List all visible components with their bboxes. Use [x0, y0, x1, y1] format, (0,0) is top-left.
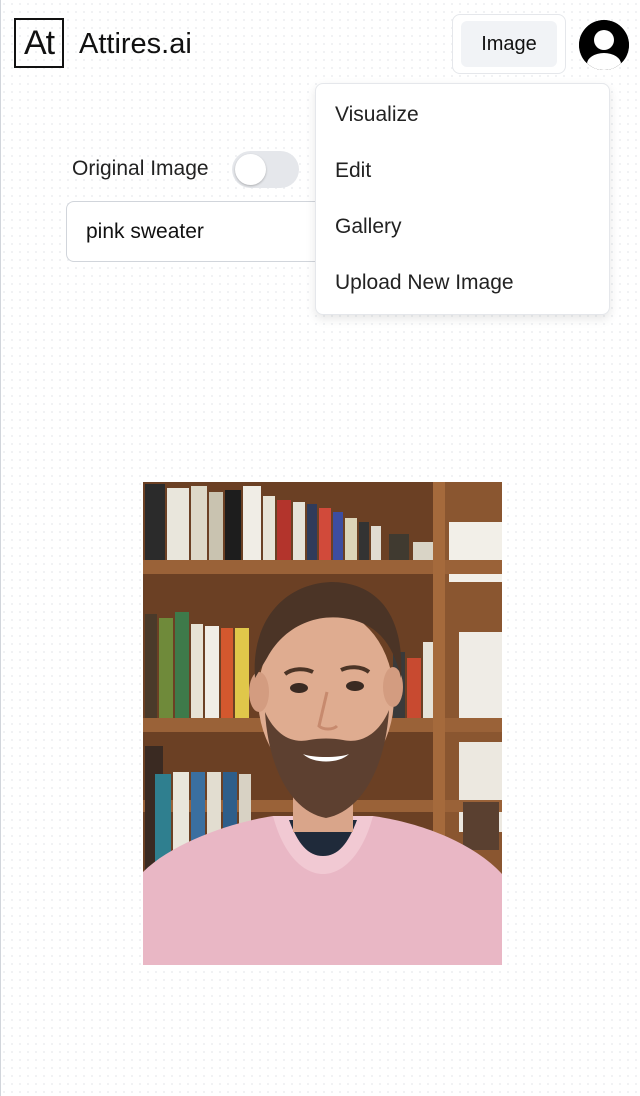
image-dropdown-menu: Visualize Edit Gallery Upload New Image: [315, 83, 610, 315]
image-menu-trigger[interactable]: Image: [452, 14, 566, 74]
image-menu-button-label: Image: [481, 32, 537, 55]
original-image-label: Original Image: [72, 157, 209, 180]
logo-text: At: [23, 24, 55, 62]
menu-item-visualize[interactable]: Visualize: [335, 103, 419, 127]
original-image-toggle[interactable]: [232, 151, 299, 188]
app-header: At Attires.ai Image: [1, 0, 640, 90]
menu-item-upload-new-image[interactable]: Upload New Image: [335, 271, 514, 295]
menu-item-edit[interactable]: Edit: [335, 159, 371, 183]
toggle-knob[interactable]: [235, 154, 266, 185]
user-silhouette-icon: [579, 20, 629, 70]
menu-item-gallery[interactable]: Gallery: [335, 215, 402, 239]
uploaded-photo: [143, 482, 502, 965]
user-avatar-icon[interactable]: [579, 20, 629, 70]
logo[interactable]: At: [14, 18, 64, 68]
photo-illustration: [143, 482, 502, 965]
image-menu-button[interactable]: Image: [461, 21, 557, 67]
brand-name: Attires.ai: [79, 28, 192, 60]
